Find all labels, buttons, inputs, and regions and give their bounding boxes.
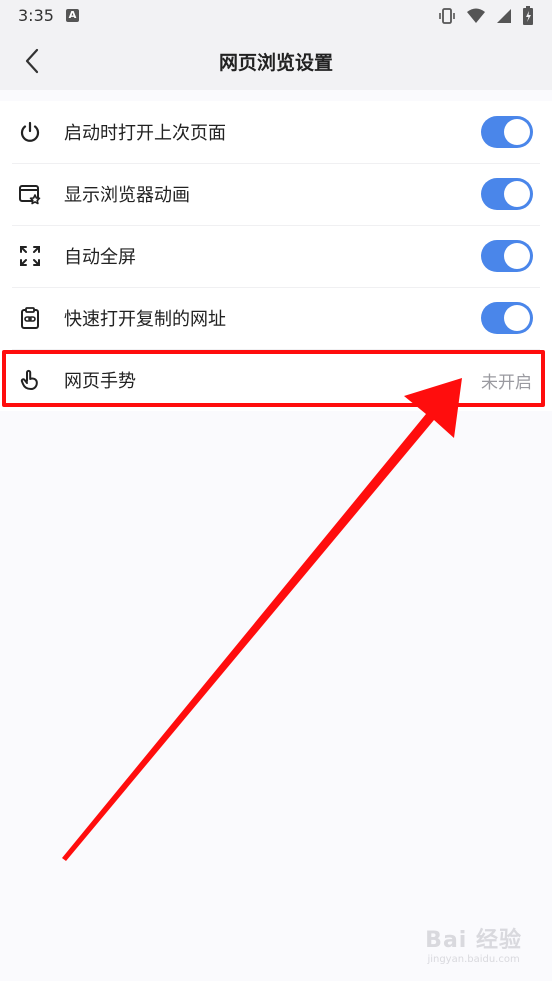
vibrate-icon — [439, 8, 455, 24]
setting-browser-animation[interactable]: 显示浏览器动画 — [0, 163, 552, 225]
app-header: 网页浏览设置 — [0, 32, 552, 90]
battery-icon — [523, 6, 533, 25]
setting-auto-fullscreen[interactable]: 自动全屏 — [0, 225, 552, 287]
clipboard-link-icon — [21, 307, 39, 329]
setting-restore-last-page[interactable]: 启动时打开上次页面 — [0, 101, 552, 163]
setting-label: 网页手势 — [64, 371, 136, 392]
setting-label: 启动时打开上次页面 — [64, 123, 226, 144]
settings-list: 启动时打开上次页面 显示浏览器动画 自动全屏 快速打开复制的网址 网页手势 未开… — [0, 101, 552, 411]
setting-label: 自动全屏 — [64, 247, 136, 268]
setting-label: 显示浏览器动画 — [64, 185, 190, 206]
watermark-url: jingyan.baidu.com — [427, 954, 520, 965]
setting-label: 快速打开复制的网址 — [64, 309, 226, 330]
status-icons — [438, 6, 534, 26]
page-title: 网页浏览设置 — [218, 52, 333, 74]
wifi-icon — [467, 8, 485, 23]
browser-star-icon — [19, 185, 41, 205]
gesture-hand-icon — [20, 369, 38, 390]
watermark: Bai 经验 jingyan.baidu.com — [425, 922, 522, 965]
toggle-switch[interactable] — [481, 116, 533, 148]
signal-icon — [497, 9, 511, 23]
toggle-knob — [504, 119, 530, 145]
toggle-switch[interactable] — [481, 240, 533, 272]
notification-badge-icon: A — [66, 9, 79, 22]
status-bar: 3:35 A — [0, 0, 552, 32]
setting-web-gestures[interactable]: 网页手势 未开启 — [0, 349, 552, 411]
watermark-logo: Bai 经验 — [425, 928, 522, 953]
toggle-knob — [504, 243, 530, 269]
toggle-switch[interactable] — [481, 178, 533, 210]
toggle-knob — [504, 305, 530, 331]
setting-open-copied-url[interactable]: 快速打开复制的网址 — [0, 287, 552, 349]
status-time: 3:35 — [18, 6, 54, 25]
setting-status-value: 未开启 — [481, 373, 532, 393]
toggle-switch[interactable] — [481, 302, 533, 334]
fullscreen-icon — [20, 246, 40, 266]
power-icon — [20, 121, 40, 142]
toggle-knob — [504, 181, 530, 207]
